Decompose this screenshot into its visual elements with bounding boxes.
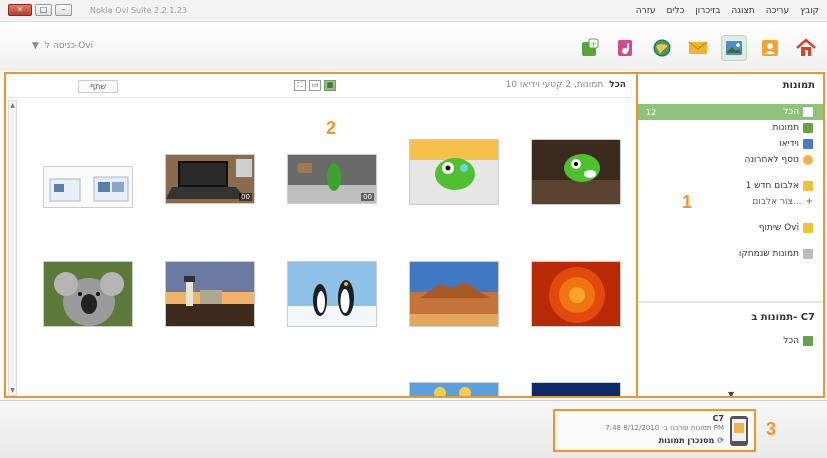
ovi-login-dropdown[interactable]: ▼ כניסה ל-Ovi — [32, 41, 93, 51]
sidebar-item-label: הכל — [783, 336, 799, 346]
device-name: C7 — [712, 414, 724, 423]
video-thumbnail[interactable]: 00 — [287, 154, 377, 204]
callout-3: 3 — [766, 419, 777, 439]
single-view-icon[interactable]: ▭ — [309, 80, 321, 91]
callout-1: 1 — [682, 192, 693, 212]
photo-thumbnail[interactable] — [531, 382, 621, 396]
plus-icon: + — [805, 197, 813, 207]
menu-edit[interactable]: עריכה — [766, 6, 789, 16]
sidebar-divider — [638, 301, 823, 303]
sidebar-item-all[interactable]: הכל 12 — [638, 104, 823, 120]
sync-icon: ⟳ — [717, 436, 724, 445]
menu-file[interactable]: קובץ — [800, 6, 819, 16]
gallery-count: 10 תמונות, 2 קטעי וידיאו — [505, 80, 604, 90]
sidebar-item-label: שיתוף Ovi — [758, 223, 799, 233]
sidebar-item-label: וידיאו — [779, 139, 799, 149]
scroll-down-icon[interactable]: ▼ — [9, 386, 16, 395]
folder-icon — [803, 107, 813, 117]
menu-view[interactable]: תצוגה — [731, 6, 754, 16]
photo-thumbnail[interactable] — [165, 261, 255, 327]
photo-thumbnail[interactable] — [287, 261, 377, 327]
sidebar-item-videos[interactable]: וידיאו — [638, 136, 823, 152]
sidebar-item-label: הכל — [783, 107, 799, 117]
clock-icon — [803, 155, 813, 165]
grid-view-icon[interactable]: ▦ — [324, 80, 336, 91]
sidebar-item-label: צור אלבום... — [752, 197, 802, 207]
photo-thumbnail[interactable] — [409, 382, 499, 396]
menu-tools[interactable]: כלים — [666, 6, 684, 16]
messages-icon[interactable] — [685, 35, 711, 61]
sidebar: תמונות הכל 12 תמונות וידיאו נוסף לאחרונה… — [638, 72, 825, 398]
device-status[interactable]: C7 תמונות עודכנו ב- 8/12/2010 7:48 PM מס… — [553, 409, 756, 452]
sync-label: מסנכרן תמונות — [658, 436, 715, 445]
app-title: Nokia Ovi Suite 2.2.1.23 — [90, 6, 188, 15]
sidebar-item-label: נוסף לאחרונה — [744, 155, 799, 165]
photo-thumbnail[interactable] — [531, 261, 621, 327]
callout-2: 2 — [326, 118, 337, 138]
photos-icon[interactable] — [721, 35, 747, 61]
video-thumbnail[interactable]: 00 — [165, 154, 255, 204]
album-icon — [803, 181, 813, 191]
sidebar-item-label: אלבום חדש 1 — [745, 181, 799, 191]
photo-thumbnail[interactable] — [409, 139, 499, 205]
menu-memory[interactable]: בזיכרון — [695, 6, 720, 16]
chevron-down-icon: ▼ — [32, 41, 39, 51]
sync-timestamp: תמונות עודכנו ב- 8/12/2010 7:48 PM — [605, 424, 724, 432]
video-icon — [803, 139, 813, 149]
fullscreen-view-icon[interactable]: ⛶ — [294, 80, 306, 91]
sidebar-title: תמונות — [782, 80, 815, 91]
sidebar-item-deleted[interactable]: תמונות שנמחקו — [638, 246, 823, 262]
close-button[interactable]: ✕ — [8, 4, 32, 16]
sidebar-item-label: תמונות — [772, 123, 799, 133]
contacts-icon[interactable] — [757, 35, 783, 61]
gallery-scrollbar[interactable]: ▲ ▼ — [8, 100, 17, 396]
video-duration: 00 — [361, 193, 374, 201]
menu-bar: קובץ עריכה תצוגה בזיכרון כלים עזרה — [636, 6, 819, 16]
sidebar-item-device-all[interactable]: הכל — [783, 336, 813, 346]
photo-icon — [803, 123, 813, 133]
photo-thumbnail[interactable] — [43, 166, 133, 208]
maps-icon[interactable] — [649, 35, 675, 61]
music-icon[interactable] — [613, 35, 639, 61]
sidebar-list: הכל 12 תמונות וידיאו נוסף לאחרונה אלבום … — [638, 104, 823, 262]
view-mode-toggle: ⛶ ▭ ▦ — [294, 80, 336, 91]
status-footer: C7 תמונות עודכנו ב- 8/12/2010 7:48 PM מס… — [0, 400, 827, 458]
photo-thumbnail[interactable] — [531, 139, 621, 205]
scroll-up-icon[interactable]: ▲ — [9, 101, 16, 110]
scroll-down-icon[interactable]: ▼ — [728, 390, 734, 396]
sidebar-item-count: 12 — [646, 107, 657, 117]
ovi-login-label: כניסה ל-Ovi — [44, 41, 94, 51]
sidebar-item-ovi-share[interactable]: שיתוף Ovi — [638, 220, 823, 236]
title-bar: ✕ □ – Nokia Ovi Suite 2.2.1.23 קובץ עריכ… — [0, 0, 827, 22]
photo-icon — [803, 336, 813, 346]
sync-status: מסנכרן תמונות ⟳ — [659, 436, 724, 445]
minimize-button[interactable]: – — [55, 4, 72, 16]
home-icon[interactable] — [793, 35, 819, 61]
gallery-filter-label: הכל — [609, 80, 626, 90]
ovi-share-icon — [803, 223, 813, 233]
menu-help[interactable]: עזרה — [636, 6, 656, 16]
svg-text:+: + — [590, 40, 597, 49]
gallery-header: שתף ⛶ ▭ ▦ 10 תמונות, 2 קטעי וידיאו הכל — [6, 74, 636, 98]
photo-thumbnail[interactable] — [409, 261, 499, 327]
phone-icon — [730, 416, 748, 446]
toolbar: ▼ כניסה ל-Ovi + — [0, 23, 827, 71]
trash-icon — [803, 249, 813, 259]
sidebar-item-photos[interactable]: תמונות — [638, 120, 823, 136]
maximize-button[interactable]: □ — [35, 4, 52, 16]
device-section-title: תמונות ב- C7 — [751, 312, 815, 323]
apps-icon[interactable]: + — [577, 35, 603, 61]
create-album-button[interactable]: + צור אלבום... — [638, 194, 823, 210]
sidebar-item-album[interactable]: אלבום חדש 1 — [638, 178, 823, 194]
photo-thumbnail[interactable] — [43, 261, 133, 327]
sidebar-item-label: תמונות שנמחקו — [738, 249, 799, 259]
gallery-summary: 10 תמונות, 2 קטעי וידיאו הכל — [506, 80, 626, 90]
window-controls: ✕ □ – — [8, 4, 72, 16]
share-button[interactable]: שתף — [78, 80, 118, 93]
gallery-panel: שתף ⛶ ▭ ▦ 10 תמונות, 2 קטעי וידיאו הכל ▲… — [4, 72, 638, 398]
sidebar-item-recent[interactable]: נוסף לאחרונה — [638, 152, 823, 168]
video-duration: 00 — [239, 193, 252, 201]
toolbar-icons: + — [577, 35, 819, 61]
